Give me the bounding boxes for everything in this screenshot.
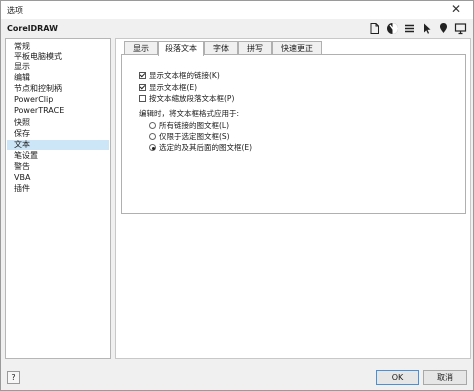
paragraph-text-page: 显示文本框的链接(K) 显示文本框(E) 按文本缩放段落文本框(P) 编辑时，将… (121, 54, 466, 214)
apply-format-heading: 编辑时，将文本框格式应用于: (139, 109, 240, 118)
tree-item-nodes-handles[interactable]: 节点和控制柄 (14, 84, 62, 94)
selected-frames-only-radio[interactable] (149, 133, 156, 140)
monitor-icon[interactable] (454, 22, 467, 35)
tree-item-snapshot[interactable]: 快照 (14, 118, 30, 128)
menu-lines-icon[interactable] (403, 22, 416, 35)
tree-item-tablet-mode[interactable]: 平板电脑模式 (14, 52, 62, 62)
title-bar: 选项 ✕ (1, 1, 473, 19)
scale-paragraph-checkbox[interactable] (139, 95, 146, 102)
settings-panel: 显示 段落文本 字体 拼写 快速更正 显示文本框的链接(K) 显示文本框(E) … (115, 38, 471, 359)
options-tree: 常规 平板电脑模式 显示 编辑 节点和控制柄 PowerClip PowerTR… (5, 38, 111, 359)
scale-paragraph-label: 按文本缩放段落文本框(P) (149, 94, 235, 103)
color-icon[interactable] (386, 22, 399, 35)
show-frame-links-label: 显示文本框的链接(K) (149, 71, 220, 80)
tree-item-powerclip[interactable]: PowerClip (14, 95, 53, 105)
tree-item-plugins[interactable]: 插件 (14, 184, 30, 194)
selected-and-following-label: 选定的及其后面的图文框(E) (159, 143, 253, 152)
cancel-button[interactable]: 取消 (423, 370, 467, 385)
tree-item-edit[interactable]: 编辑 (14, 73, 30, 83)
tree-item-warnings[interactable]: 警告 (14, 162, 30, 172)
tree-item-save[interactable]: 保存 (14, 129, 30, 139)
tree-item-vba[interactable]: VBA (14, 173, 30, 183)
options-dialog: 选项 ✕ CorelDRAW 常规 平板电脑模式 显示 编辑 节点和控制柄 Po… (0, 0, 474, 391)
document-icon[interactable] (368, 22, 381, 35)
cursor-icon[interactable] (420, 22, 433, 35)
help-button[interactable]: ? (7, 371, 20, 384)
dialog-header: CorelDRAW (1, 19, 473, 39)
all-linked-frames-radio[interactable] (149, 122, 156, 129)
app-name: CorelDRAW (7, 24, 58, 33)
tree-item-pen-settings[interactable]: 笔设置 (14, 151, 38, 161)
dialog-footer: ? OK 取消 (1, 363, 473, 390)
balloon-icon[interactable] (437, 22, 450, 35)
show-frame-links-checkbox[interactable] (139, 72, 146, 79)
selected-and-following-radio[interactable] (149, 144, 156, 151)
all-linked-frames-label: 所有链接的图文框(L) (159, 121, 230, 130)
tab-paragraph-text[interactable]: 段落文本 (158, 41, 204, 56)
close-button[interactable]: ✕ (443, 1, 469, 19)
tab-spelling[interactable]: 拼写 (238, 41, 272, 55)
ok-button[interactable]: OK (376, 370, 419, 385)
tree-item-display[interactable]: 显示 (14, 62, 30, 72)
tree-item-powertrace[interactable]: PowerTRACE (14, 106, 64, 116)
window-title: 选项 (7, 6, 23, 15)
tree-item-text[interactable]: 文本 (7, 140, 109, 150)
tab-display[interactable]: 显示 (124, 41, 158, 55)
selected-frames-only-label: 仅限于选定图文框(S) (159, 132, 230, 141)
show-frames-checkbox[interactable] (139, 84, 146, 91)
tab-quick-correct[interactable]: 快速更正 (272, 41, 322, 55)
tree-item-general[interactable]: 常规 (14, 42, 30, 52)
show-frames-label: 显示文本框(E) (149, 83, 198, 92)
tab-font[interactable]: 字体 (204, 41, 238, 55)
